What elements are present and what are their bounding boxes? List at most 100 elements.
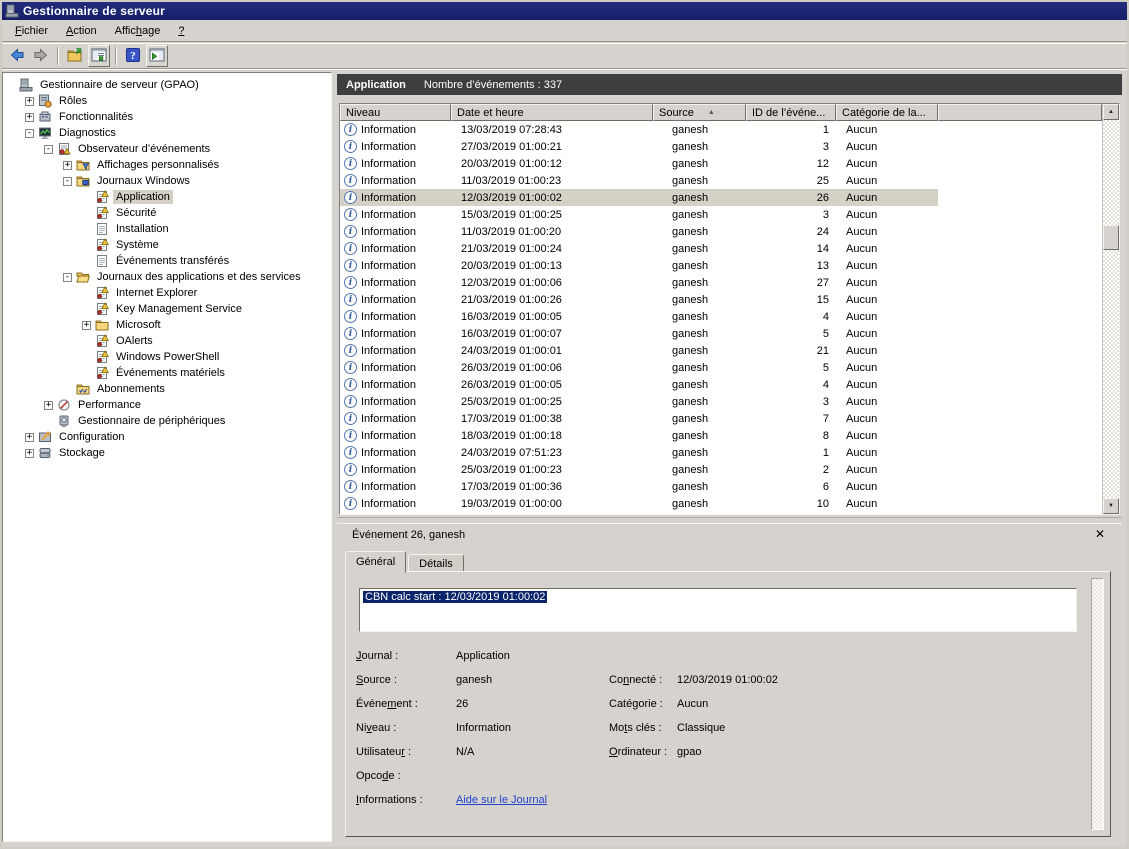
log-help-link[interactable]: Aide sur le Journal	[456, 794, 547, 806]
collapse-icon[interactable]: -	[63, 273, 72, 282]
event-row[interactable]: iInformation15/03/2019 01:00:25ganesh3Au…	[340, 206, 1102, 223]
expand-icon[interactable]: +	[82, 321, 91, 330]
column-header-id-de-l-evene[interactable]: ID de l’événe...	[746, 104, 836, 121]
help-button[interactable]: ?	[122, 45, 144, 67]
collapse-icon[interactable]: -	[44, 145, 53, 154]
event-category-cell: Aucun	[836, 325, 938, 342]
information-icon: i	[344, 174, 357, 187]
tree-item-evenements-materiels[interactable]: Événements matériels	[3, 365, 331, 381]
event-row[interactable]: iInformation17/03/2019 01:00:36ganesh6Au…	[340, 478, 1102, 495]
expand-icon[interactable]: +	[25, 449, 34, 458]
tree-item-label: Key Management Service	[113, 302, 245, 316]
tree-item-configuration[interactable]: +Configuration	[3, 429, 331, 445]
tree-item-installation[interactable]: Installation	[3, 221, 331, 237]
event-row[interactable]: iInformation16/03/2019 01:00:05ganesh4Au…	[340, 308, 1102, 325]
event-level-cell: iInformation	[340, 121, 451, 138]
scroll-up-button[interactable]: ▲	[1103, 104, 1119, 120]
close-icon[interactable]: ✕	[1092, 526, 1108, 542]
column-header-source[interactable]: Source▲	[653, 104, 746, 121]
event-row[interactable]: iInformation21/03/2019 01:00:26ganesh15A…	[340, 291, 1102, 308]
tree-item-fonctionnalites[interactable]: +Fonctionnalités	[3, 109, 331, 125]
event-message-box[interactable]: CBN calc start : 12/03/2019 01:00:02	[359, 588, 1077, 632]
collapse-icon[interactable]: -	[63, 177, 72, 186]
event-row[interactable]: iInformation24/03/2019 01:00:01ganesh21A…	[340, 342, 1102, 359]
tree-item-systeme[interactable]: Système	[3, 237, 331, 253]
tree-item-journaux-windows[interactable]: -Journaux Windows	[3, 173, 331, 189]
event-id-cell: 4	[746, 376, 836, 393]
results-pane: Application Nombre d’événements : 337 Ni…	[337, 72, 1122, 842]
event-row[interactable]: iInformation24/03/2019 07:51:23ganesh1Au…	[340, 444, 1102, 461]
event-row[interactable]: iInformation11/03/2019 01:00:23ganesh25A…	[340, 172, 1102, 189]
action-pane-button[interactable]	[146, 45, 168, 67]
event-row[interactable]: iInformation26/03/2019 01:00:05ganesh4Au…	[340, 376, 1102, 393]
column-header-categorie-de-la[interactable]: Catégorie de la...	[836, 104, 938, 121]
expand-icon[interactable]: +	[25, 113, 34, 122]
menu-item-help[interactable]: ?	[169, 23, 193, 39]
toolbar-separator	[115, 47, 117, 65]
event-row[interactable]: iInformation20/03/2019 01:00:12ganesh12A…	[340, 155, 1102, 172]
details-scrollbar[interactable]	[1091, 578, 1104, 830]
tree-item-journaux-des-applications-et-des-services[interactable]: -Journaux des applications et des servic…	[3, 269, 331, 285]
information-icon: i	[344, 140, 357, 153]
event-row[interactable]: iInformation25/03/2019 01:00:23ganesh2Au…	[340, 461, 1102, 478]
event-row[interactable]: iInformation12/03/2019 01:00:06ganesh27A…	[340, 274, 1102, 291]
event-id-cell: 27	[746, 274, 836, 291]
scroll-thumb[interactable]	[1103, 225, 1119, 250]
scroll-down-button[interactable]: ▼	[1103, 498, 1119, 514]
expand-icon[interactable]: +	[25, 433, 34, 442]
tree-item-gestionnaire-de-peripheriques[interactable]: Gestionnaire de périphériques	[3, 413, 331, 429]
event-row[interactable]: iInformation19/03/2019 01:00:00ganesh10A…	[340, 495, 1102, 512]
tree-item-roles[interactable]: +Rôles	[3, 93, 331, 109]
tree-item-oalerts[interactable]: OAlerts	[3, 333, 331, 349]
expand-icon[interactable]: +	[44, 401, 53, 410]
collapse-icon[interactable]: -	[25, 129, 34, 138]
event-row[interactable]: iInformation16/03/2019 01:00:07ganesh5Au…	[340, 325, 1102, 342]
event-row[interactable]: iInformation27/03/2019 01:00:21ganesh3Au…	[340, 138, 1102, 155]
event-date-cell: 19/03/2019 01:00:00	[451, 495, 653, 512]
expand-icon[interactable]: +	[63, 161, 72, 170]
menu-item-affichage[interactable]: Affichage	[106, 23, 170, 39]
tree-item-abonnements[interactable]: Abonnements	[3, 381, 331, 397]
event-source-cell: ganesh	[653, 342, 746, 359]
event-row[interactable]: iInformation20/03/2019 01:00:13ganesh13A…	[340, 257, 1102, 274]
event-row[interactable]: iInformation12/03/2019 01:00:02ganesh26A…	[340, 189, 1102, 206]
expand-icon[interactable]: +	[25, 97, 34, 106]
tree-item-microsoft[interactable]: +Microsoft	[3, 317, 331, 333]
event-row[interactable]: iInformation11/03/2019 01:00:20ganesh24A…	[340, 223, 1102, 240]
tree-item-key-management-service[interactable]: Key Management Service	[3, 301, 331, 317]
event-row[interactable]: iInformation25/03/2019 01:00:25ganesh3Au…	[340, 393, 1102, 410]
tree-item-label: Système	[113, 238, 162, 252]
menu-item-action[interactable]: Action	[57, 23, 106, 39]
tree-item-securite[interactable]: Sécurité	[3, 205, 331, 221]
event-row-filler	[938, 410, 1102, 427]
field-value: 12/03/2019 01:00:02	[677, 674, 778, 686]
tree-item-internet-explorer[interactable]: Internet Explorer	[3, 285, 331, 301]
event-row[interactable]: iInformation13/03/2019 07:28:43ganesh1Au…	[340, 121, 1102, 138]
event-date-cell: 17/03/2019 01:00:36	[451, 478, 653, 495]
event-message[interactable]: CBN calc start : 12/03/2019 01:00:02	[363, 591, 547, 603]
event-row[interactable]: iInformation21/03/2019 01:00:24ganesh14A…	[340, 240, 1102, 257]
column-header-date-et-heure[interactable]: Date et heure	[451, 104, 653, 121]
event-level: Information	[361, 243, 416, 255]
event-row[interactable]: iInformation26/03/2019 01:00:06ganesh5Au…	[340, 359, 1102, 376]
tree-item-application[interactable]: Application	[3, 189, 331, 205]
tree-item-evenements-transferes[interactable]: Événements transférés	[3, 253, 331, 269]
event-row[interactable]: iInformation17/03/2019 01:00:38ganesh7Au…	[340, 410, 1102, 427]
show-console-tree-button[interactable]	[64, 45, 86, 67]
tree-item-windows-powershell[interactable]: Windows PowerShell	[3, 349, 331, 365]
tab-general[interactable]: Général	[345, 551, 406, 573]
tree-item-stockage[interactable]: +Stockage	[3, 445, 331, 461]
console-window-button[interactable]	[88, 45, 110, 67]
tree-item-diagnostics[interactable]: -Diagnostics	[3, 125, 331, 141]
column-header-niveau[interactable]: Niveau	[340, 104, 451, 121]
tree-item-affichages-personnalises[interactable]: +Affichages personnalisés	[3, 157, 331, 173]
menu-item-fichier[interactable]: Fichier	[6, 23, 57, 39]
vertical-scrollbar[interactable]: ▲ ▼	[1102, 104, 1119, 514]
tree-item-performance[interactable]: +Performance	[3, 397, 331, 413]
tree-item-observateur-d-evenements[interactable]: -Observateur d’événements	[3, 141, 331, 157]
forward-button[interactable]	[30, 45, 52, 67]
back-button[interactable]	[6, 45, 28, 67]
event-date-cell: 25/03/2019 01:00:23	[451, 461, 653, 478]
event-row[interactable]: iInformation18/03/2019 01:00:18ganesh8Au…	[340, 427, 1102, 444]
tree-item-gestionnaire-de-serveur-gpao[interactable]: Gestionnaire de serveur (GPAO)	[3, 77, 331, 93]
